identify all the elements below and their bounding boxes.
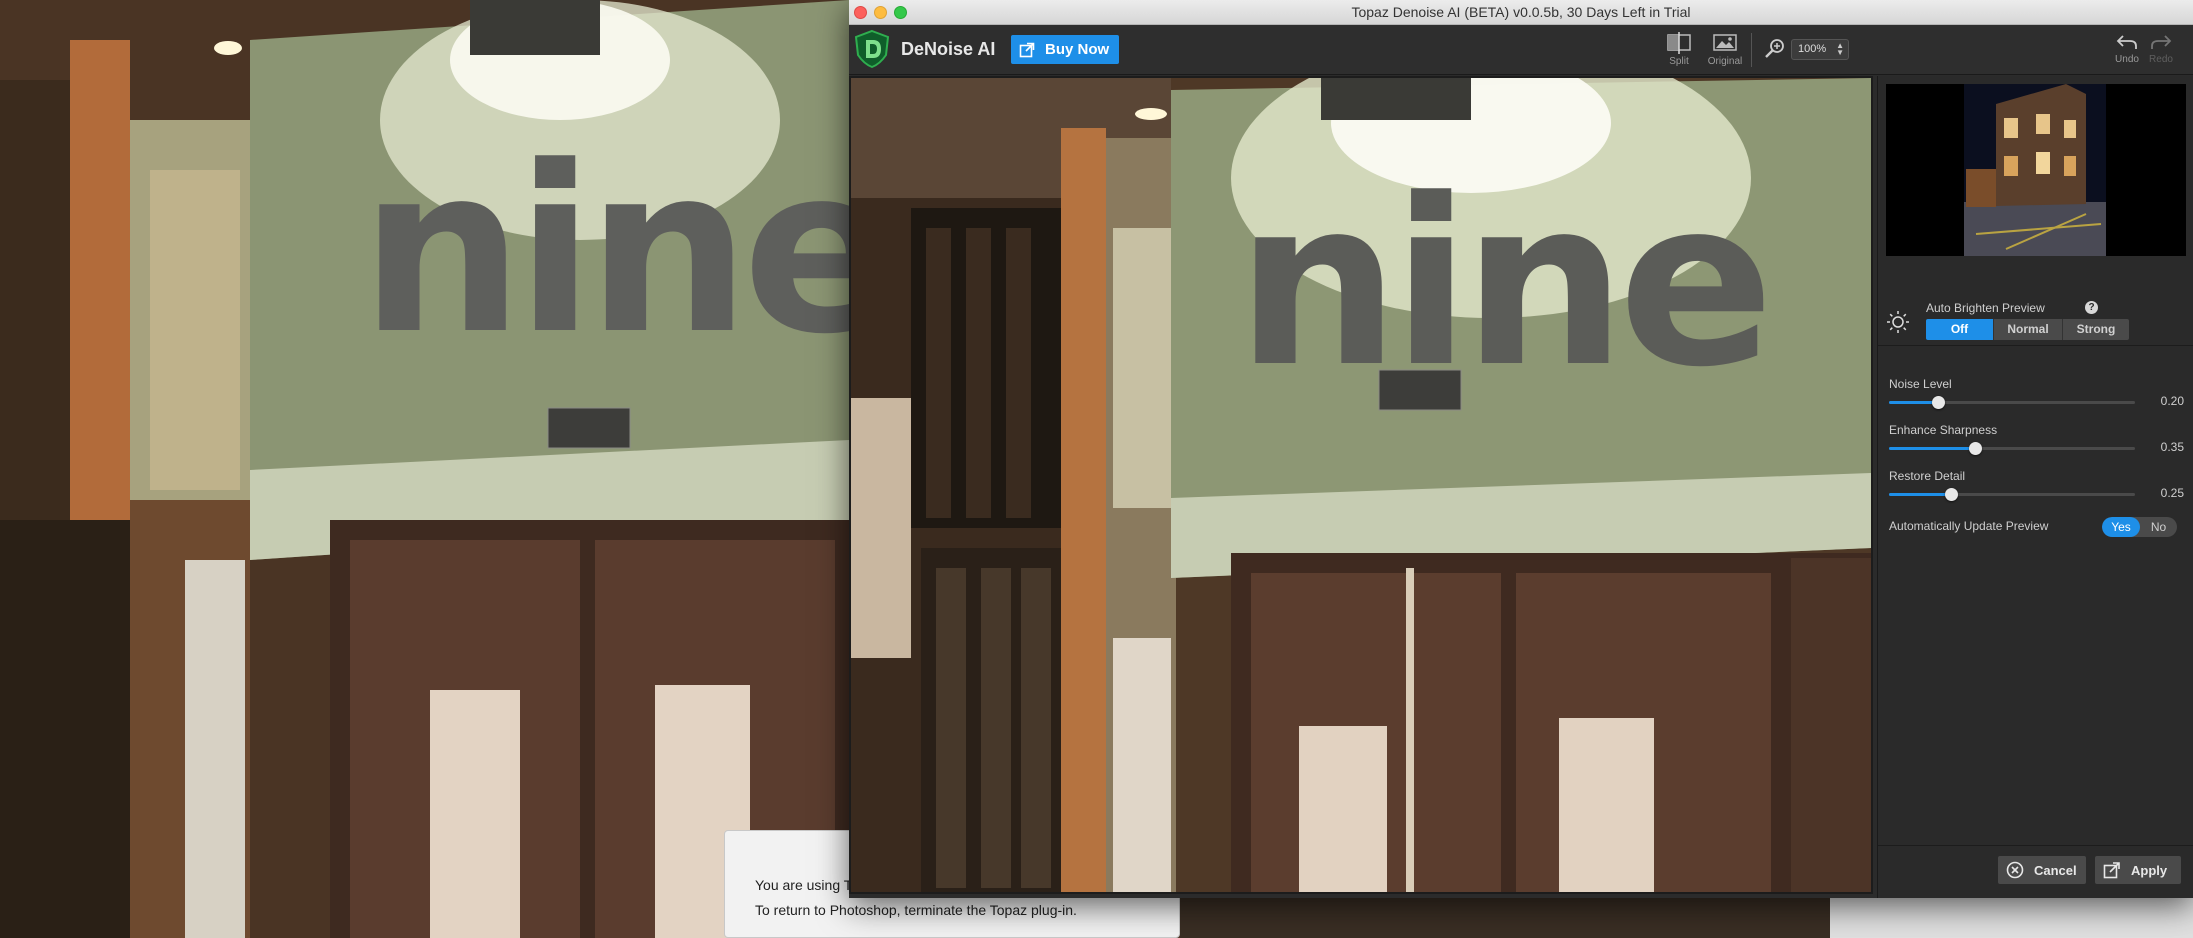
zoom-level-value: 100%: [1798, 43, 1827, 55]
noise-level-fill: [1889, 401, 1939, 404]
brighten-normal-option[interactable]: Normal: [1993, 319, 2062, 340]
main-toolbar: DeNoise AI Buy Now Split Original 100% ▲…: [849, 25, 2193, 75]
sun-icon: [1887, 311, 1909, 333]
auto-brighten-label: Auto Brighten Preview: [1926, 301, 2045, 315]
app-name: DeNoise AI: [901, 39, 996, 59]
enhance-sharpness-control: Enhance Sharpness 0.35: [1878, 423, 2193, 463]
restore-detail-control: Restore Detail 0.25: [1878, 469, 2193, 509]
cancel-label: Cancel: [2034, 862, 2077, 878]
split-label: Split: [1669, 56, 1689, 67]
enhance-sharpness-value: 0.35: [2160, 440, 2184, 454]
auto-update-yes[interactable]: Yes: [2102, 517, 2140, 537]
zoom-stepper-icon[interactable]: ▲ ▼: [1836, 42, 1844, 57]
buy-now-label: Buy Now: [1045, 41, 1110, 58]
enhance-sharpness-slider[interactable]: [1889, 442, 2135, 455]
preview-image: nine: [851, 78, 1871, 892]
brighten-off-option[interactable]: Off: [1926, 319, 1993, 340]
restore-detail-fill: [1889, 493, 1951, 496]
auto-brighten-section: Auto Brighten Preview ? Off Normal Stron…: [1878, 296, 2193, 346]
denoise-app-window: Topaz Denoise AI (BETA) v0.0.5b, 30 Days…: [849, 0, 2193, 898]
undo-icon: [2116, 35, 2137, 49]
svg-text:nine: nine: [360, 118, 890, 385]
apply-button[interactable]: Apply: [2095, 856, 2181, 884]
window-title: Topaz Denoise AI (BETA) v0.0.5b, 30 Days…: [1351, 4, 1691, 20]
split-view-button[interactable]: Split: [1657, 29, 1701, 71]
noise-level-thumb[interactable]: [1932, 396, 1946, 409]
noise-level-control: Noise Level 0.20: [1878, 377, 2193, 417]
help-icon[interactable]: ?: [2085, 301, 2098, 314]
noise-level-slider[interactable]: [1889, 396, 2135, 409]
enhance-sharpness-label: Enhance Sharpness: [1889, 423, 1998, 437]
enhance-sharpness-fill: [1889, 447, 1976, 450]
image-preview-area[interactable]: nine: [849, 76, 1873, 894]
zoom-icon[interactable]: [1763, 37, 1787, 61]
restore-detail-thumb[interactable]: [1944, 488, 1958, 501]
original-view-icon: [1713, 34, 1737, 51]
sign-text: nine: [1236, 151, 1766, 418]
toolbar-divider: [1751, 33, 1752, 67]
topaz-logo-icon: [854, 29, 890, 69]
cancel-icon: [2006, 861, 2024, 879]
auto-update-no[interactable]: No: [2140, 517, 2177, 537]
restore-detail-label: Restore Detail: [1889, 469, 1966, 483]
noise-level-label: Noise Level: [1889, 377, 1952, 391]
external-link-icon: [1019, 42, 1035, 57]
original-label: Original: [1707, 56, 1743, 67]
split-view-icon: [1667, 32, 1691, 54]
enhance-sharpness-thumb[interactable]: [1969, 442, 1983, 455]
navigator-thumbnail[interactable]: [1886, 84, 2186, 256]
zoom-level-select[interactable]: 100% ▲ ▼: [1791, 39, 1849, 60]
title-bar: Topaz Denoise AI (BETA) v0.0.5b, 30 Days…: [849, 0, 2193, 25]
apply-icon: [2103, 862, 2120, 879]
auto-update-toggle[interactable]: Yes No: [2102, 517, 2177, 537]
dialog-line-2: To return to Photoshop, terminate the To…: [755, 902, 1077, 918]
apply-label: Apply: [2131, 862, 2168, 878]
redo-label: Redo: [2149, 54, 2173, 65]
redo-icon: [2151, 35, 2172, 49]
buy-now-button[interactable]: Buy Now: [1011, 35, 1119, 64]
brighten-strong-option[interactable]: Strong: [2062, 319, 2129, 340]
redo-button[interactable]: Redo: [2139, 29, 2183, 71]
settings-panel: Auto Brighten Preview ? Off Normal Stron…: [1877, 76, 2193, 898]
noise-level-value: 0.20: [2160, 394, 2184, 408]
auto-update-label: Automatically Update Preview: [1889, 519, 2049, 533]
restore-detail-value: 0.25: [2160, 486, 2184, 500]
original-view-button[interactable]: Original: [1703, 29, 1747, 71]
cancel-button[interactable]: Cancel: [1998, 856, 2086, 884]
panel-divider: [1878, 845, 2193, 846]
restore-detail-slider[interactable]: [1889, 488, 2135, 501]
